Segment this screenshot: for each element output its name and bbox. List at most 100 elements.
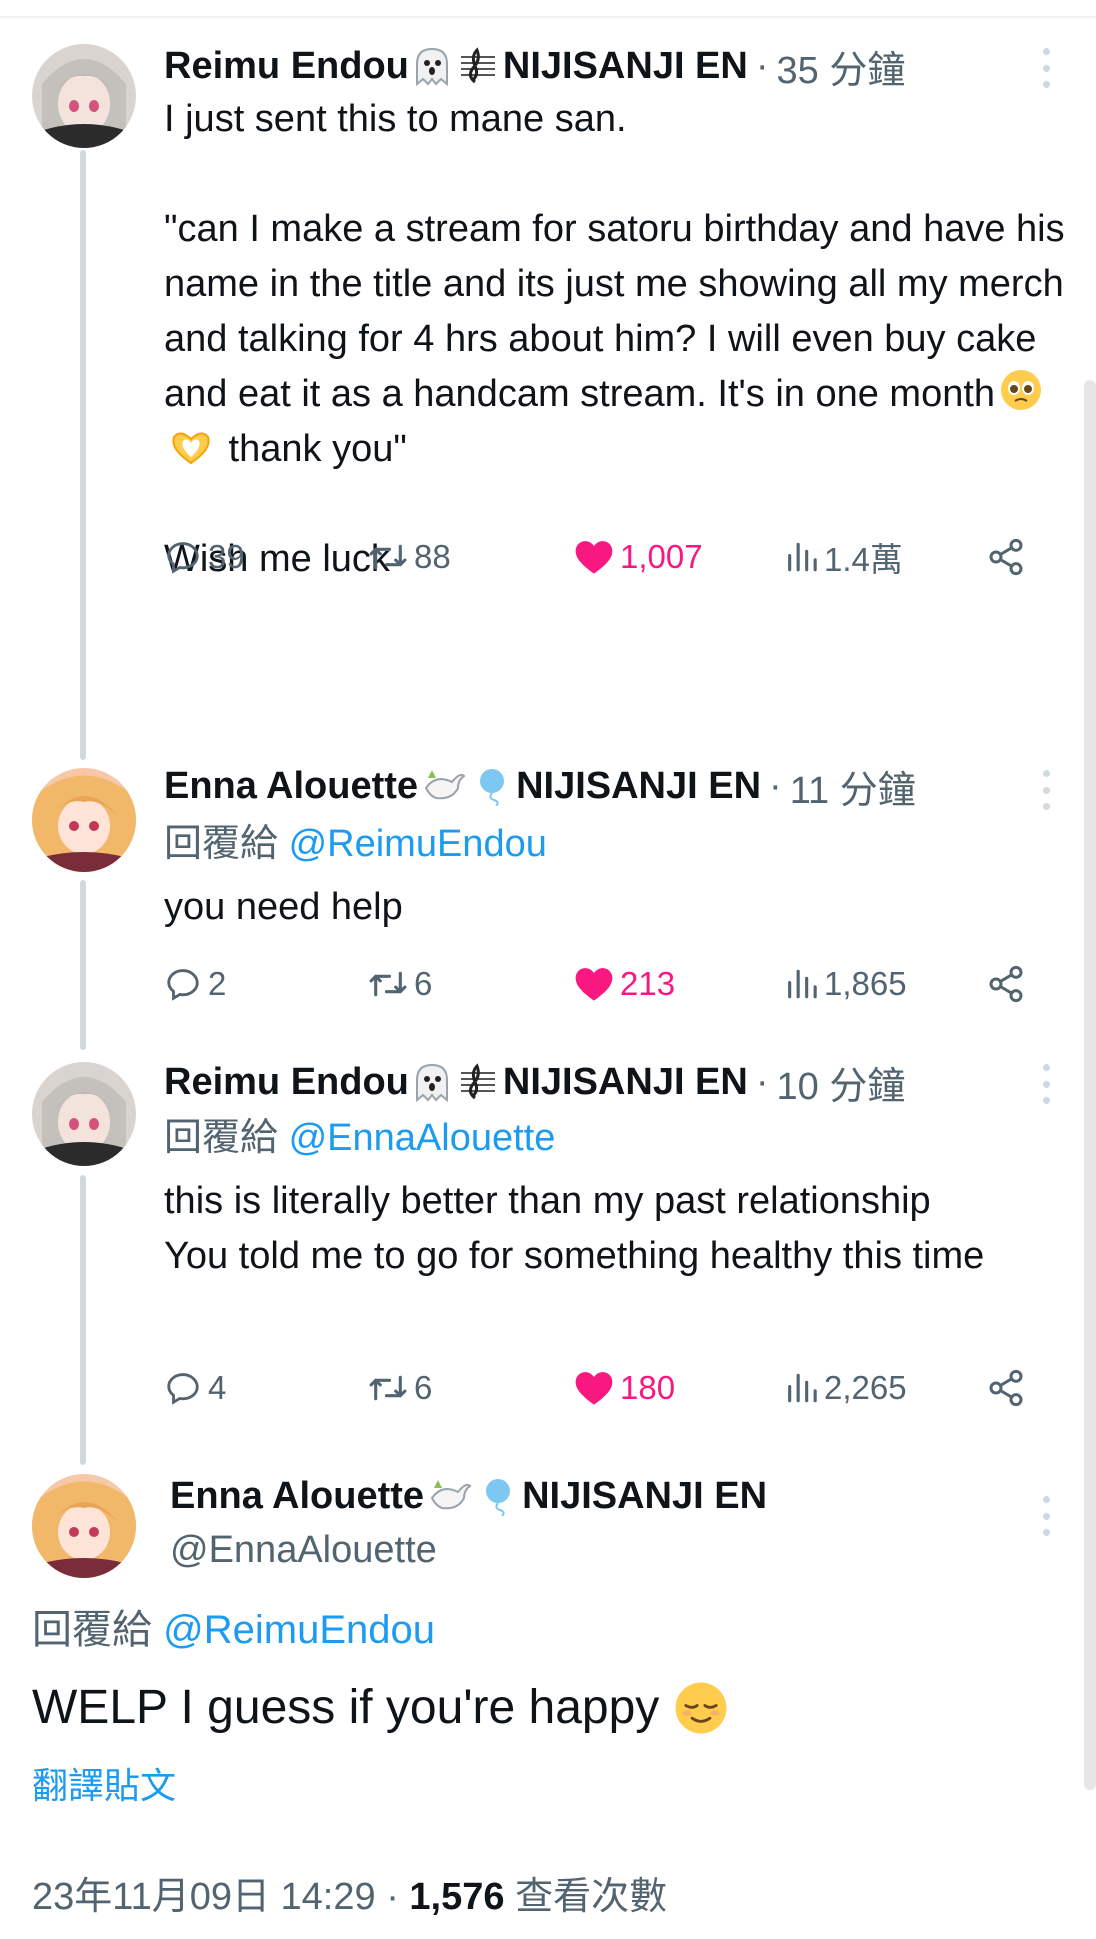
avatar[interactable] — [32, 768, 136, 872]
tweet-text: you need help — [164, 886, 403, 928]
tweet-date[interactable]: 23年11月09日 14:29 — [32, 1876, 376, 1918]
timestamp[interactable]: 11 分鐘 — [790, 759, 916, 814]
music-note-emoji — [459, 46, 497, 86]
mention-link[interactable]: @ReimuEndou — [163, 1608, 435, 1652]
views-icon — [788, 542, 817, 572]
tweet-actions: 2 6 213 1,865 — [164, 957, 1044, 1011]
music-note-emoji — [459, 1062, 497, 1102]
tweet-header: Enna Alouette NIJISANJI EN · 11 分鐘 — [164, 758, 1024, 814]
affiliation: NIJISANJI EN — [502, 1060, 748, 1103]
scrollbar[interactable] — [1084, 380, 1096, 1790]
timestamp[interactable]: 10 分鐘 — [777, 1055, 906, 1110]
thread-line — [80, 1175, 86, 1465]
reply-button[interactable]: 39 — [164, 530, 245, 584]
share-icon — [989, 538, 1023, 576]
views-button[interactable]: 1,865 — [784, 957, 907, 1011]
thread-line — [80, 150, 86, 760]
reply-button[interactable]: 4 — [164, 1361, 226, 1415]
views-button[interactable]: 1.4萬 — [784, 530, 903, 584]
separator: · — [755, 44, 769, 87]
reply-button[interactable]: 2 — [164, 957, 226, 1011]
views-icon — [788, 1373, 817, 1403]
ghost-emoji — [413, 46, 451, 86]
tweet-text: this is literally better than my past re… — [164, 1180, 985, 1277]
views-count: 1,576 — [409, 1876, 505, 1918]
like-button[interactable]: 180 — [574, 1361, 675, 1415]
pleading-face-emoji — [999, 368, 1043, 412]
display-name[interactable]: Enna Alouette — [164, 765, 418, 808]
balloon-emoji — [474, 766, 510, 806]
retweet-count: 88 — [414, 538, 451, 575]
mention-link[interactable]: @EnnaAlouette — [289, 1117, 556, 1159]
like-count: 180 — [620, 1369, 676, 1406]
avatar[interactable] — [32, 44, 136, 148]
share-button[interactable] — [986, 1361, 1026, 1415]
tweet-thread-view: Reimu Endou NIJISANJI EN · 35 分鐘 I just … — [0, 0, 1096, 1939]
balloon-emoji — [480, 1476, 516, 1516]
more-icon[interactable] — [1040, 48, 1052, 88]
like-count: 213 — [620, 965, 676, 1002]
more-icon[interactable] — [1040, 770, 1052, 810]
like-button[interactable]: 213 — [574, 957, 675, 1011]
tweet-actions: 4 6 180 2,265 — [164, 1361, 1044, 1415]
affiliation: NIJISANJI EN — [516, 764, 762, 807]
tweet-header: Reimu Endou NIJISANJI EN · 10 分鐘 — [164, 1054, 1024, 1110]
top-divider — [0, 16, 1096, 18]
retweet-button[interactable]: 88 — [368, 530, 451, 584]
retweet-icon — [369, 971, 407, 997]
separator: · — [755, 1060, 769, 1103]
ghost-emoji — [413, 1062, 451, 1102]
retweet-count: 6 — [414, 965, 433, 1002]
display-name[interactable]: Enna Alouette — [170, 1475, 424, 1518]
reply-count: 4 — [208, 1369, 227, 1406]
thread-line — [80, 880, 86, 1050]
timestamp[interactable]: 35 分鐘 — [777, 39, 906, 94]
views-icon — [788, 969, 817, 999]
views-label: 查看次數 — [515, 1876, 668, 1918]
translate-post-link[interactable]: 翻譯貼文 — [32, 1760, 176, 1812]
reply-icon — [167, 969, 199, 1001]
share-button[interactable] — [986, 530, 1026, 584]
tweet-header: Enna Alouette NIJISANJI EN — [170, 1468, 767, 1524]
retweet-button[interactable]: 6 — [368, 1361, 432, 1415]
display-name[interactable]: Reimu Endou — [164, 45, 409, 88]
reply-icon — [167, 542, 199, 574]
like-count: 1,007 — [620, 538, 703, 575]
share-icon — [989, 965, 1023, 1003]
like-button[interactable]: 1,007 — [574, 530, 703, 584]
views-button[interactable]: 2,265 — [784, 1361, 907, 1415]
dove-emoji — [422, 766, 466, 806]
like-icon — [575, 541, 613, 574]
more-icon[interactable] — [1040, 1064, 1052, 1104]
share-icon — [989, 1369, 1023, 1407]
tweet-header: Reimu Endou NIJISANJI EN · 35 分鐘 — [164, 38, 1024, 94]
views-count: 1.4萬 — [824, 541, 903, 578]
tweet-text: I just sent this to mane san. "can I mak… — [164, 98, 1065, 580]
dove-emoji — [428, 1476, 472, 1516]
display-name[interactable]: Reimu Endou — [164, 1061, 409, 1104]
avatar[interactable] — [32, 1062, 136, 1166]
retweet-icon — [369, 544, 407, 570]
heart-hands-emoji — [168, 427, 214, 467]
share-button[interactable] — [986, 957, 1026, 1011]
reply-context: 回覆給 @ReimuEndou — [32, 1608, 435, 1652]
views-count: 2,265 — [824, 1369, 907, 1406]
like-icon — [575, 968, 613, 1001]
tweet-meta: 23年11月09日 14:29 · 1,576 查看次數 — [32, 1869, 667, 1925]
relieved-face-emoji — [673, 1680, 729, 1736]
retweet-button[interactable]: 6 — [368, 957, 432, 1011]
tweet-actions: 39 88 1,007 1.4萬 — [164, 530, 1044, 584]
reply-count: 39 — [208, 538, 245, 575]
avatar[interactable] — [32, 1474, 136, 1578]
mention-link[interactable]: @ReimuEndou — [289, 823, 547, 865]
more-icon[interactable] — [1040, 1496, 1052, 1536]
like-icon — [575, 1372, 613, 1405]
affiliation: NIJISANJI EN — [522, 1474, 768, 1517]
user-handle[interactable]: @EnnaAlouette — [170, 1524, 437, 1576]
reply-context: 回覆給 @ReimuEndou — [164, 823, 547, 865]
separator: · — [769, 764, 782, 807]
reply-count: 2 — [208, 965, 227, 1002]
reply-icon — [167, 1373, 199, 1405]
separator: · — [386, 1876, 399, 1918]
retweet-icon — [369, 1375, 407, 1401]
